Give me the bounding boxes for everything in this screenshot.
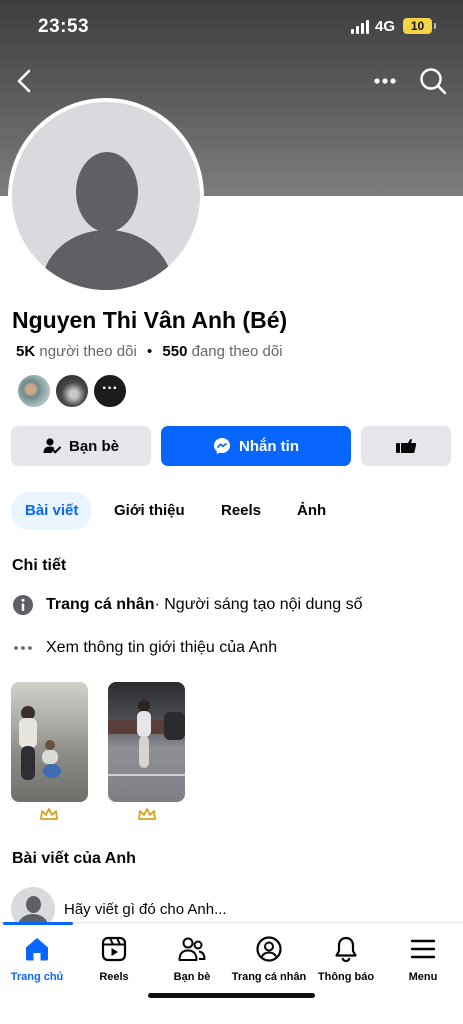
profile-avatar[interactable]	[8, 98, 204, 294]
bottom-navigation: Trang chủ Reels Bạn bè Trang cá nhân Thô…	[0, 922, 463, 1024]
followers-count: 5K	[16, 343, 36, 360]
chevron-left-icon	[17, 69, 31, 93]
nav-menu[interactable]: Menu	[378, 933, 463, 983]
info-icon	[12, 594, 34, 616]
back-button[interactable]	[10, 64, 40, 98]
page-type-row: Trang cá nhân · Người sáng tạo nội dung …	[12, 593, 362, 617]
home-indicator[interactable]	[148, 993, 315, 998]
see-intro-row[interactable]: Xem thông tin giới thiệu của Anh	[12, 636, 277, 660]
more-options-button[interactable]	[368, 66, 402, 96]
message-button-label: Nhắn tin	[239, 437, 299, 455]
tab-posts[interactable]: Bài viết	[11, 492, 93, 530]
crown-icon	[138, 808, 156, 820]
composer-placeholder[interactable]: Hãy viết gì đó cho Anh...	[64, 901, 227, 918]
mutual-friend-avatar[interactable]	[54, 373, 90, 409]
reels-icon	[69, 933, 159, 965]
network-type: 4G	[375, 18, 396, 35]
stats-separator: •	[146, 343, 153, 360]
details-heading: Chi tiết	[12, 557, 67, 574]
friends-button[interactable]: Bạn bè	[11, 426, 151, 466]
mutual-friend-avatar[interactable]	[16, 373, 52, 409]
poke-button[interactable]	[361, 426, 451, 466]
messenger-icon	[214, 438, 230, 454]
tab-about[interactable]: Giới thiệu	[114, 492, 185, 530]
crown-icon	[40, 808, 58, 820]
friend-check-icon	[43, 438, 61, 454]
poke-hand-icon	[396, 439, 417, 453]
nav-reels-label: Reels	[99, 971, 129, 983]
page-type-label: Trang cá nhân	[46, 596, 155, 613]
profile-name: Nguyen Thi Vân Anh (Bé)	[12, 307, 288, 333]
follow-stats[interactable]: 5K người theo dõi • 550 đang theo dõi	[16, 343, 283, 360]
search-icon	[420, 68, 447, 95]
tab-reels[interactable]: Reels	[221, 492, 261, 530]
message-button[interactable]: Nhắn tin	[161, 426, 351, 466]
more-dots-icon	[12, 637, 34, 659]
nav-menu-label: Menu	[408, 971, 438, 983]
search-button[interactable]	[416, 64, 450, 98]
following-label: đang theo dõi	[191, 343, 283, 360]
more-friends-button[interactable]: ···	[92, 373, 128, 409]
signal-icon	[351, 20, 371, 34]
nav-reels[interactable]: Reels	[69, 933, 159, 983]
followers-label: người theo dõi	[39, 343, 137, 360]
posts-heading: Bài viết của Anh	[12, 850, 136, 867]
more-horizontal-icon	[374, 78, 396, 84]
page-type-value: · Người sáng tạo nội dung số	[154, 596, 363, 613]
following-count: 550	[162, 343, 188, 360]
active-tab-indicator	[3, 922, 73, 925]
featured-photo[interactable]	[108, 682, 185, 802]
default-avatar-icon	[12, 102, 200, 290]
menu-icon	[378, 933, 463, 965]
featured-photo[interactable]	[11, 682, 88, 802]
friends-button-label: Bạn bè	[68, 437, 119, 455]
status-bar: 23:53 4G 10	[0, 0, 463, 52]
status-time: 23:53	[38, 16, 90, 37]
battery-icon: 10	[403, 18, 436, 34]
see-intro-link[interactable]: Xem thông tin giới thiệu của Anh	[46, 639, 277, 657]
tab-photos[interactable]: Ảnh	[297, 492, 326, 530]
